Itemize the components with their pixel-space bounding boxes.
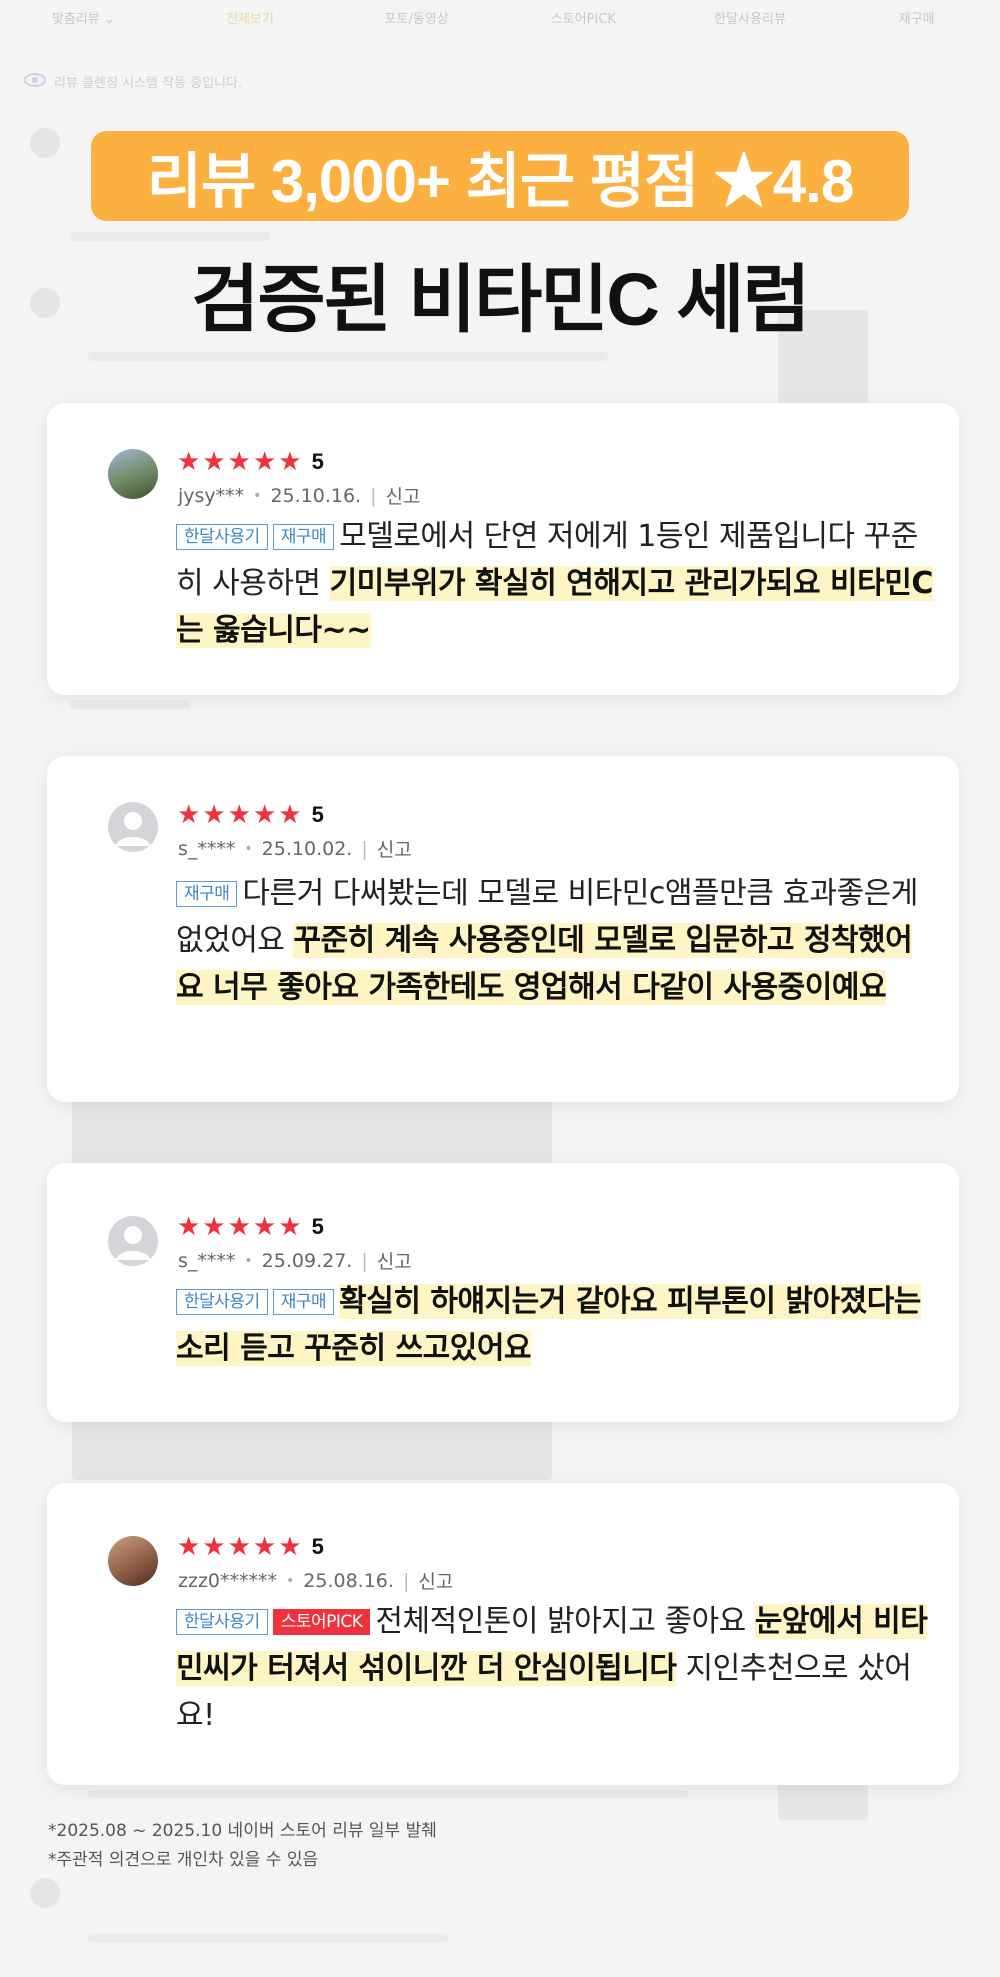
review-meta: s_**** • 25.09.27. | 신고 <box>178 1247 412 1274</box>
review-card: ★ ★ ★ ★ ★ 5 zzz0****** • 25.08.16. | 신고 … <box>47 1483 959 1785</box>
star-icon: ★ <box>252 800 277 830</box>
tag-repurchase: 재구매 <box>176 881 238 907</box>
tab-store-pick[interactable]: 스토어PICK <box>500 8 667 27</box>
rating-stars: ★ ★ ★ ★ ★ 5 <box>177 449 324 475</box>
tag-repurchase: 재구매 <box>272 1289 335 1315</box>
star-icon: ★ <box>177 1532 201 1562</box>
star-icon: ★ <box>278 1532 302 1562</box>
avatar <box>108 1216 158 1266</box>
tab-custom-review[interactable]: 맞춤리뷰 ⌄ <box>0 8 167 27</box>
separator-dot: • <box>244 1252 253 1269</box>
eye-icon <box>24 72 46 91</box>
tab-month-review[interactable]: 한달사용리뷰 <box>667 8 834 27</box>
report-link[interactable]: 신고 <box>386 482 421 509</box>
rating-score: 5 <box>311 1534 324 1559</box>
cleansing-notice-text: 리뷰 클렌징 시스템 작동 중입니다. <box>54 76 243 91</box>
tab-photo-video[interactable]: 포토/동영상 <box>333 8 500 27</box>
review-date: 25.10.16. <box>270 484 362 507</box>
ghost-line <box>88 352 608 361</box>
default-user-icon <box>116 1226 150 1260</box>
star-icon: ★ <box>252 447 277 477</box>
rating-score: 5 <box>311 802 324 827</box>
report-link[interactable]: 신고 <box>377 1247 412 1274</box>
review-meta: s_**** • 25.10.02. | 신고 <box>178 835 412 862</box>
star-icon: ★ <box>227 1212 251 1242</box>
star-icon: ★ <box>227 800 251 830</box>
star-icon: ★ <box>252 1212 277 1242</box>
review-text-plain: 전체적인톤이 밝아지고 좋아요 <box>375 1604 755 1639</box>
review-card: ★ ★ ★ ★ ★ 5 s_**** • 25.10.02. | 신고 재구매 다… <box>47 756 959 1102</box>
review-date: 25.08.16. <box>303 1569 394 1592</box>
cleansing-notice: 리뷰 클렌징 시스템 작동 중입니다. <box>24 72 242 91</box>
separator-bar: | <box>402 1569 410 1592</box>
separator-dot: • <box>244 840 253 857</box>
rating-stars: ★ ★ ★ ★ ★ 5 <box>177 1214 324 1240</box>
star-icon: ★ <box>202 447 226 477</box>
star-icon: ★ <box>202 1212 226 1242</box>
ghost-avatar <box>30 128 60 158</box>
star-icon: ★ <box>252 1532 277 1562</box>
ghost-line <box>70 700 190 709</box>
separator-bar: | <box>361 837 368 860</box>
headline-title: 검증된 비타민C 세럼 <box>191 258 810 341</box>
star-icon: ★ <box>227 1532 251 1562</box>
star-icon: ★ <box>177 1212 201 1242</box>
tab-repurchase[interactable]: 재구매 <box>833 8 1000 27</box>
review-text: 재구매 다른거 다써봤는데 모델로 비타민c앰플만큼 효과좋은게 없었어요 꾸준히… <box>176 870 936 1011</box>
footnote-disclaimer: *주관적 의견으로 개인차 있을 수 있음 <box>48 1850 319 1870</box>
rating-badge: 리뷰 3,000+ 최근 평점 ★4.8 <box>91 131 909 221</box>
rating-score: 5 <box>311 449 324 474</box>
rating-stars: ★ ★ ★ ★ ★ 5 <box>177 802 324 828</box>
separator-bar: | <box>361 1249 368 1272</box>
avatar <box>108 449 158 499</box>
tag-month-use: 한달사용기 <box>176 524 268 550</box>
star-icon: ★ <box>227 447 251 477</box>
star-icon: ★ <box>278 447 302 477</box>
ghost-avatar <box>30 1878 60 1908</box>
rating-score: 5 <box>311 1214 324 1239</box>
reviewer-id: zzz0****** <box>178 1569 278 1592</box>
ghost-line <box>88 1934 448 1943</box>
tab-all[interactable]: 전체보기 <box>167 8 334 27</box>
review-card: ★ ★ ★ ★ ★ 5 jysy*** • 25.10.16. | 신고 한달사… <box>47 403 959 695</box>
tag-store-pick: 스토어PICK <box>272 1609 371 1635</box>
star-icon: ★ <box>278 800 302 830</box>
review-date: 25.10.02. <box>261 837 353 860</box>
tag-month-use: 한달사용기 <box>176 1609 268 1635</box>
review-meta: jysy*** • 25.10.16. | 신고 <box>178 482 420 509</box>
review-filter-tabs: 맞춤리뷰 ⌄ 전체보기 포토/동영상 스토어PICK 한달사용리뷰 재구매 <box>0 0 1000 34</box>
reviewer-id: s_**** <box>178 837 236 860</box>
tag-repurchase: 재구매 <box>272 524 335 550</box>
review-text: 한달사용기 재구매 확실히 하얘지는거 같아요 피부톤이 밝아졌다는 소리 듣고 꾸… <box>176 1278 936 1372</box>
star-icon: ★ <box>177 800 201 830</box>
separator-dot: • <box>253 487 262 504</box>
review-text: 한달사용기 재구매 모델로에서 단연 저에게 1등인 제품입니다 꾸준히 사용하면 … <box>176 513 936 654</box>
separator-dot: • <box>286 1572 295 1589</box>
reviewer-id: jysy*** <box>178 484 245 507</box>
review-card: ★ ★ ★ ★ ★ 5 s_**** • 25.09.27. | 신고 한달사용… <box>47 1163 959 1422</box>
footnote-source: *2025.08 ~ 2025.10 네이버 스토어 리뷰 일부 발췌 <box>48 1821 437 1841</box>
separator-bar: | <box>370 484 377 507</box>
star-icon: ★ <box>202 1532 226 1562</box>
star-icon: ★ <box>177 447 201 477</box>
reviewer-id: s_**** <box>178 1249 236 1272</box>
avatar <box>108 1536 158 1586</box>
star-icon: ★ <box>202 800 226 830</box>
review-date: 25.09.27. <box>261 1249 353 1272</box>
review-text: 한달사용기 스토어PICK 전체적인톤이 밝아지고 좋아요 눈앞에서 비타민씨가 터… <box>176 1598 936 1739</box>
report-link[interactable]: 신고 <box>418 1567 453 1594</box>
default-user-icon <box>116 812 150 846</box>
rating-stars: ★ ★ ★ ★ ★ 5 <box>177 1534 324 1560</box>
report-link[interactable]: 신고 <box>377 835 412 862</box>
tag-month-use: 한달사용기 <box>176 1289 268 1315</box>
avatar <box>108 802 158 852</box>
ghost-line <box>88 1790 688 1799</box>
star-icon: ★ <box>278 1212 302 1242</box>
review-meta: zzz0****** • 25.08.16. | 신고 <box>178 1567 453 1594</box>
